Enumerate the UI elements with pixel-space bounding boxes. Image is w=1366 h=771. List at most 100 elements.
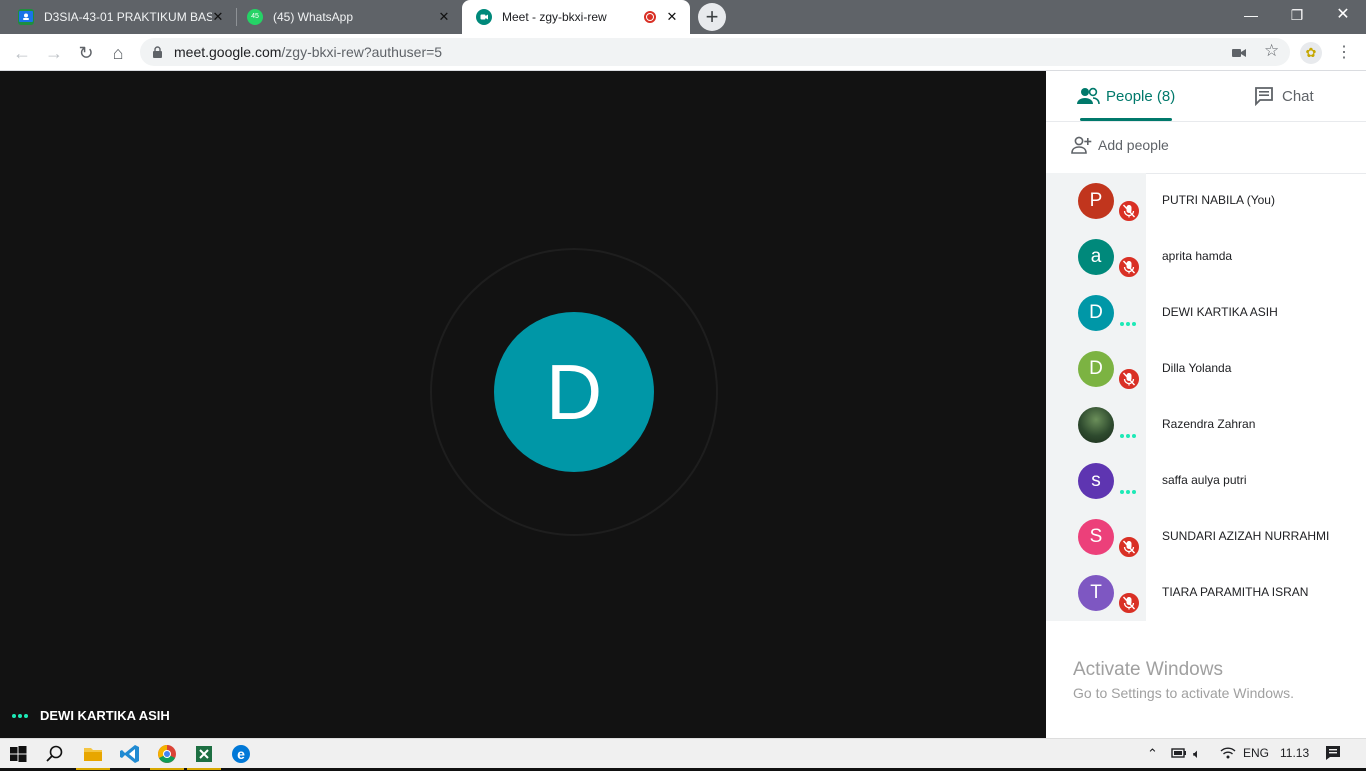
participant-list: P PUTRI NABILA (You) a aprita hamda D DEWI KA…: [1046, 173, 1366, 621]
chrome-icon[interactable]: [150, 742, 184, 770]
vscode-icon[interactable]: [118, 742, 142, 766]
home-button[interactable]: ⌂: [104, 39, 132, 67]
participant-name: TIARA PARAMITHA ISRAN: [1162, 585, 1309, 599]
participant-avatar: [1078, 407, 1114, 443]
participant-avatar-cell: a: [1046, 229, 1146, 285]
chat-tab-label: Chat: [1282, 87, 1314, 105]
tab-classroom[interactable]: D3SIA-43-01 PRAKTIKUM BASI ✕: [0, 0, 236, 34]
close-icon[interactable]: ✕: [436, 9, 452, 25]
minimize-button[interactable]: —: [1228, 0, 1274, 30]
speaking-indicator-icon: [1120, 434, 1136, 438]
participant-row[interactable]: T TIARA PARAMITHA ISRAN: [1046, 565, 1366, 621]
browser-tab-strip: D3SIA-43-01 PRAKTIKUM BASI ✕ 45 (45) Wha…: [0, 0, 1366, 34]
participant-row[interactable]: Razendra Zahran: [1046, 397, 1366, 453]
add-people-button[interactable]: Add people: [1070, 133, 1169, 157]
clock[interactable]: 11.13: [1280, 746, 1309, 760]
speaking-indicator-icon: [12, 713, 28, 718]
tray-expand-icon[interactable]: ⌃: [1147, 746, 1158, 762]
close-icon[interactable]: ✕: [210, 9, 226, 25]
participant-avatar-cell: D: [1046, 341, 1146, 397]
whatsapp-icon: 45: [247, 9, 263, 25]
tab-title: Meet - zgy-bkxi-rew: [502, 10, 607, 24]
participant-name: Dilla Yolanda: [1162, 361, 1232, 375]
participant-name: aprita hamda: [1162, 249, 1233, 263]
meet-icon: [476, 9, 492, 25]
browser-toolbar: ← → ↻ ⌂ meet.google.com/zgy-bkxi-rew?aut…: [0, 34, 1366, 71]
participant-avatar-cell: P: [1046, 173, 1146, 229]
volume-icon[interactable]: 🔈︎: [1193, 746, 1201, 762]
participant-name: saffa aulya putri: [1162, 473, 1247, 487]
tab-chat[interactable]: Chat: [1254, 71, 1314, 121]
reload-button[interactable]: ↻: [72, 39, 100, 67]
profile-avatar[interactable]: ✿: [1300, 42, 1322, 64]
people-panel: People (8) Chat Add people P PUTRI NABILA…: [1046, 71, 1366, 738]
forward-button[interactable]: →: [40, 39, 68, 67]
mic-off-icon: [1117, 591, 1141, 615]
mic-off-icon: [1117, 199, 1141, 223]
divider: [1046, 121, 1366, 122]
notifications-icon[interactable]: [1324, 744, 1342, 765]
people-icon: [1076, 87, 1100, 105]
classroom-icon: [18, 9, 34, 25]
participant-avatar: D: [1078, 295, 1114, 331]
tab-whatsapp[interactable]: 45 (45) WhatsApp ✕: [237, 0, 462, 34]
url-text: meet.google.com/zgy-bkxi-rew?authuser=5: [174, 44, 443, 60]
participant-avatar-cell: D: [1046, 285, 1146, 341]
recording-icon: [644, 11, 656, 23]
participant-avatar-cell: T: [1046, 565, 1146, 621]
file-explorer-icon[interactable]: [76, 742, 110, 770]
tab-title: (45) WhatsApp: [273, 10, 354, 24]
language-indicator[interactable]: ENG: [1243, 746, 1269, 760]
address-bar[interactable]: meet.google.com/zgy-bkxi-rew?authuser=5 …: [140, 38, 1290, 66]
participant-avatar: s: [1078, 463, 1114, 499]
menu-icon[interactable]: ⋮: [1330, 39, 1358, 67]
wifi-icon[interactable]: [1220, 746, 1236, 763]
participant-avatar: D: [1078, 351, 1114, 387]
windows-taskbar: e ⌃ 🔈︎ ENG 11.13: [0, 738, 1366, 770]
participant-row[interactable]: P PUTRI NABILA (You): [1046, 173, 1366, 229]
participant-row[interactable]: D Dilla Yolanda: [1046, 341, 1366, 397]
participant-row[interactable]: D DEWI KARTIKA ASIH: [1046, 285, 1366, 341]
mic-off-icon: [1117, 535, 1141, 559]
camera-icon[interactable]: [1232, 46, 1246, 64]
participant-row[interactable]: a aprita hamda: [1046, 229, 1366, 285]
participant-name: PUTRI NABILA (You): [1162, 193, 1275, 207]
main-participant-avatar: D: [494, 312, 654, 472]
windows-start-icon[interactable]: [6, 742, 30, 766]
activate-windows-watermark: Activate Windows Go to Settings to activ…: [1073, 659, 1294, 701]
search-icon[interactable]: [43, 742, 67, 766]
excel-icon[interactable]: [187, 742, 221, 770]
participant-row[interactable]: s saffa aulya putri: [1046, 453, 1366, 509]
participant-avatar: T: [1078, 575, 1114, 611]
mic-off-icon: [1117, 255, 1141, 279]
speaking-indicator-icon: [1120, 322, 1136, 326]
chat-icon: [1254, 86, 1274, 106]
participant-avatar-cell: [1046, 397, 1146, 453]
edge-icon[interactable]: e: [229, 742, 253, 766]
tab-meet[interactable]: Meet - zgy-bkxi-rew ✕: [462, 0, 690, 34]
back-button[interactable]: ←: [8, 39, 36, 67]
bookmark-star-icon[interactable]: ☆: [1264, 41, 1279, 61]
lock-icon: [152, 46, 163, 64]
tab-people[interactable]: People (8): [1076, 71, 1175, 121]
people-tab-label: People (8): [1106, 87, 1176, 105]
tab-title: D3SIA-43-01 PRAKTIKUM BASI: [44, 10, 212, 24]
video-stage: D DEWI KARTIKA ASIH: [0, 71, 1046, 738]
participant-avatar-cell: s: [1046, 453, 1146, 509]
svg-text:e: e: [237, 746, 245, 762]
maximize-button[interactable]: ❐: [1274, 0, 1320, 30]
new-tab-button[interactable]: +: [698, 3, 726, 31]
participant-avatar-cell: S: [1046, 509, 1146, 565]
participant-avatar: S: [1078, 519, 1114, 555]
participant-avatar: P: [1078, 183, 1114, 219]
close-icon[interactable]: ✕: [664, 9, 680, 25]
window-close-button[interactable]: ✕: [1320, 0, 1366, 30]
participant-name: SUNDARI AZIZAH NURRAHMI: [1162, 529, 1330, 543]
speaking-indicator-icon: [1120, 490, 1136, 494]
active-speaker-label: DEWI KARTIKA ASIH: [12, 708, 170, 723]
participant-name: DEWI KARTIKA ASIH: [1162, 305, 1278, 319]
mic-off-icon: [1117, 367, 1141, 391]
battery-icon[interactable]: [1170, 746, 1188, 763]
participant-name: Razendra Zahran: [1162, 417, 1256, 431]
participant-row[interactable]: S SUNDARI AZIZAH NURRAHMI: [1046, 509, 1366, 565]
